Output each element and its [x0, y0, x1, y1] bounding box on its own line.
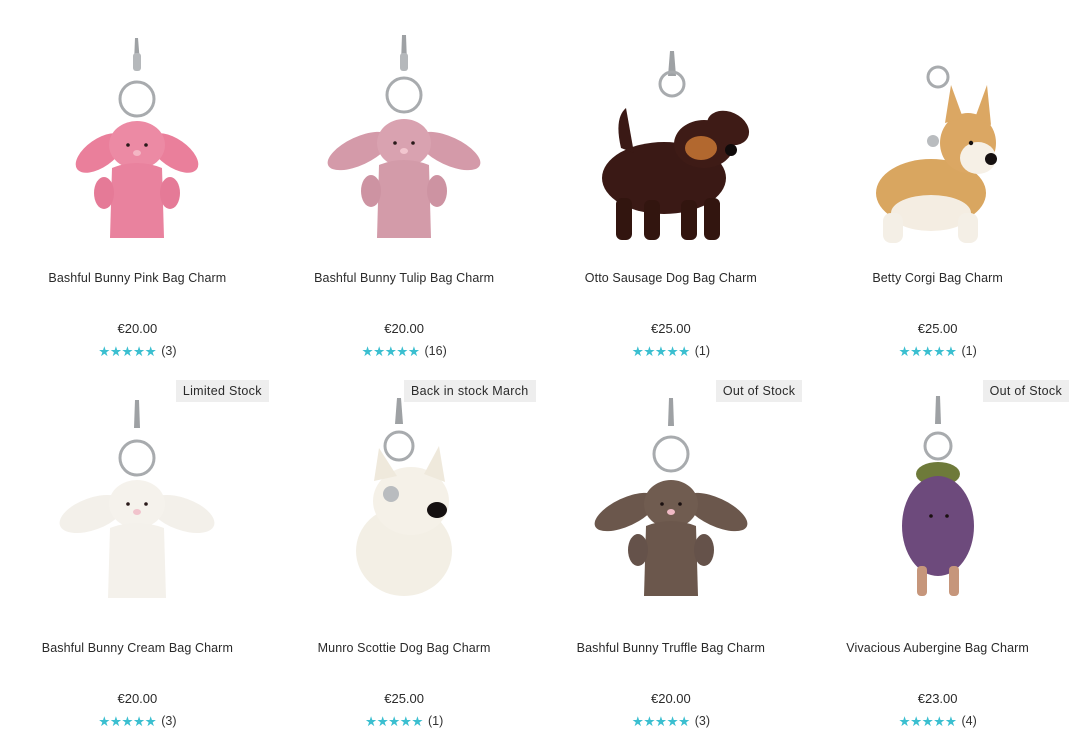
rating-stars-icon: ★★★★★: [898, 344, 957, 359]
product-grid: Bashful Bunny Pink Bag Charm €20.00 ★★★★…: [4, 0, 1071, 740]
stock-badge: Limited Stock: [175, 380, 269, 402]
product-price: €20.00: [650, 691, 691, 706]
truffle-bunny-charm-image[interactable]: [550, 376, 793, 606]
review-count: (1): [694, 344, 711, 358]
product-rating[interactable]: ★★★★★ (16): [271, 344, 538, 360]
stock-badge: Back in stock March: [403, 380, 536, 402]
scottie-dog-charm-image[interactable]: [283, 376, 526, 606]
product-card[interactable]: Betty Corgi Bag Charm €25.00 ★★★★★ (1): [804, 0, 1071, 370]
tulip-bunny-charm-image[interactable]: [283, 18, 526, 248]
product-rating[interactable]: ★★★★★ (1): [271, 714, 538, 730]
rating-stars-icon: ★★★★★: [98, 714, 157, 729]
rating-stars-icon: ★★★★★: [98, 344, 157, 359]
product-name[interactable]: Munro Scottie Dog Bag Charm: [271, 641, 538, 655]
product-name[interactable]: Vivacious Aubergine Bag Charm: [804, 641, 1071, 655]
product-price: €25.00: [384, 691, 424, 706]
cream-bunny-charm-image[interactable]: [16, 376, 259, 606]
product-rating[interactable]: ★★★★★ (3): [4, 714, 271, 730]
product-price: €20.00: [117, 321, 158, 336]
product-name[interactable]: Bashful Bunny Tulip Bag Charm: [271, 271, 538, 285]
review-count: (16): [424, 344, 447, 358]
product-rating[interactable]: ★★★★★ (1): [538, 344, 805, 360]
stock-badge: Out of Stock: [982, 380, 1069, 402]
product-name[interactable]: Otto Sausage Dog Bag Charm: [538, 271, 805, 285]
product-card[interactable]: Out of Stock Vivacious Aubergine Bag Cha…: [804, 370, 1071, 740]
rating-stars-icon: ★★★★★: [631, 344, 691, 359]
rating-stars-icon: ★★★★★: [364, 714, 424, 729]
product-card[interactable]: Bashful Bunny Pink Bag Charm €20.00 ★★★★…: [4, 0, 271, 370]
stock-badge: Out of Stock: [715, 380, 803, 402]
rating-stars-icon: ★★★★★: [898, 714, 957, 729]
sausage-dog-charm-image[interactable]: [550, 18, 793, 248]
product-rating[interactable]: ★★★★★ (3): [4, 344, 271, 360]
product-card[interactable]: Out of Stock Bashful Bunny Truffle Bag C…: [538, 370, 805, 740]
pink-bunny-charm-image[interactable]: [16, 18, 259, 248]
product-rating[interactable]: ★★★★★ (3): [538, 714, 805, 730]
product-price: €25.00: [917, 321, 958, 336]
review-count: (4): [961, 714, 977, 728]
product-price: €25.00: [650, 321, 691, 336]
product-card[interactable]: Bashful Bunny Tulip Bag Charm €20.00 ★★★…: [271, 0, 538, 370]
review-count: (3): [694, 714, 711, 728]
product-card[interactable]: Back in stock March Munro Scottie Dog Ba…: [271, 370, 538, 740]
product-rating[interactable]: ★★★★★ (1): [804, 344, 1071, 360]
product-card[interactable]: Otto Sausage Dog Bag Charm €25.00 ★★★★★(…: [538, 0, 805, 370]
review-count: (1): [427, 714, 444, 728]
product-name[interactable]: Bashful Bunny Pink Bag Charm: [4, 271, 271, 285]
rating-stars-icon: ★★★★★: [631, 714, 691, 729]
corgi-charm-image[interactable]: [816, 18, 1059, 248]
review-count: (1): [961, 344, 977, 358]
product-name[interactable]: Bashful Bunny Cream Bag Charm: [4, 641, 271, 655]
review-count: (3): [161, 344, 177, 358]
aubergine-charm-image[interactable]: [816, 376, 1059, 606]
product-name[interactable]: Betty Corgi Bag Charm: [804, 271, 1071, 285]
product-price: €20.00: [117, 691, 158, 706]
product-price: €23.00: [917, 691, 958, 706]
rating-stars-icon: ★★★★★: [361, 344, 421, 359]
review-count: (3): [161, 714, 177, 728]
product-name[interactable]: Bashful Bunny Truffle Bag Charm: [538, 641, 805, 655]
product-rating[interactable]: ★★★★★ (4): [804, 714, 1071, 730]
product-card[interactable]: Limited Stock Bashful Bunny Cream Bag Ch…: [4, 370, 271, 740]
product-price: €20.00: [384, 321, 424, 336]
